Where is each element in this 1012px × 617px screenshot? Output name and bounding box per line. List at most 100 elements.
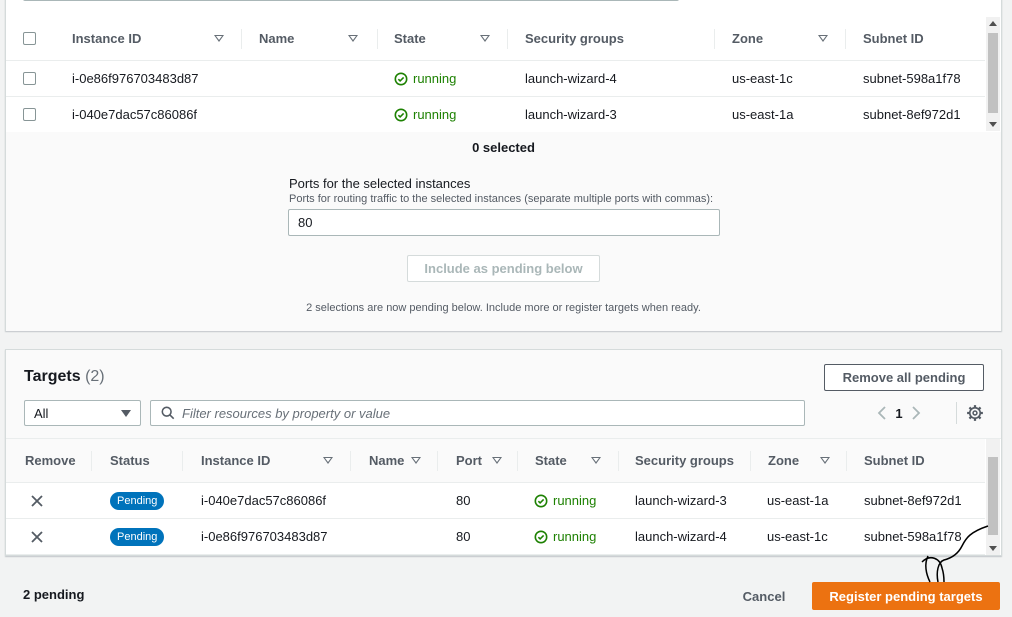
column-divider[interactable] [714,29,715,49]
sort-caret-icon[interactable] [820,456,830,464]
scroll-up-icon[interactable] [989,21,997,26]
filter-placeholder: Filter resources by property or value [182,405,391,421]
column-divider[interactable] [350,451,351,471]
pager-divider [956,402,957,424]
column-divider[interactable] [618,451,619,471]
remove-button[interactable] [30,483,44,518]
filter-select[interactable]: All [24,400,141,426]
top-search-input-edge [23,0,679,1]
sort-caret-icon[interactable] [348,34,358,42]
sort-caret-icon[interactable] [214,34,224,42]
zone: us-east-1c [732,71,793,86]
hand-drawn-arrow-annotation [921,525,989,583]
port: 80 [456,529,471,544]
search-icon [161,406,175,420]
col-instance-id[interactable]: Instance ID [72,17,141,60]
column-divider[interactable] [182,451,183,471]
close-icon[interactable] [30,530,44,544]
checkbox-icon[interactable] [23,108,36,121]
column-divider[interactable] [241,29,242,49]
filter-input[interactable]: Filter resources by property or value [150,400,805,426]
table-row[interactable]: i-0e86f976703483d87 running launch-wizar… [6,61,985,97]
cancel-button[interactable]: Cancel [732,583,796,609]
col-status[interactable]: Status [110,439,150,482]
filter-select-value: All [34,405,49,421]
state-cell: running [394,61,456,96]
remove-button[interactable] [30,519,44,554]
zone: us-east-1a [732,107,794,122]
close-icon[interactable] [30,494,44,508]
targets-table-header: Remove Status Instance ID Name Port Stat… [6,439,985,483]
col-security-groups[interactable]: Security groups [525,17,624,60]
sort-caret-icon[interactable] [492,456,502,464]
row-checkbox[interactable] [23,61,36,96]
chevron-right-icon[interactable] [906,402,926,424]
scroll-down-icon[interactable] [989,546,997,551]
instance-id: i-0e86f976703483d87 [72,71,199,86]
status-cell: Pending [110,483,165,518]
targets-title: Targets (2) [24,368,105,386]
table-row[interactable]: i-040e7dac57c86086f running launch-wizar… [6,97,985,133]
col-subnet-id[interactable]: Subnet ID [864,439,925,482]
subnet-id: subnet-8ef972d1 [863,107,961,122]
sort-caret-icon[interactable] [480,34,490,42]
col-port[interactable]: Port [456,439,482,482]
col-subnet-id[interactable]: Subnet ID [863,17,924,60]
column-divider[interactable] [507,29,508,49]
col-name[interactable]: Name [259,17,294,60]
register-pending-targets-button[interactable]: Register pending targets [812,582,1000,610]
sort-caret-icon[interactable] [591,456,601,464]
include-as-pending-button[interactable]: Include as pending below [407,255,600,282]
port: 80 [456,493,471,508]
col-state[interactable]: State [394,17,426,60]
table-scrollbar[interactable] [986,17,1000,131]
state-cell: running [394,97,456,132]
scrollbar-thumb[interactable] [988,33,998,113]
column-divider[interactable] [517,451,518,471]
column-divider[interactable] [846,451,847,471]
selection-area: 0 selected Ports for the selected instan… [6,132,1001,331]
zone: us-east-1a [767,493,829,508]
instance-id: i-0e86f976703483d87 [201,529,328,544]
row-checkbox[interactable] [23,97,36,132]
col-security-groups[interactable]: Security groups [635,439,734,482]
sort-caret-icon[interactable] [323,456,333,464]
column-divider[interactable] [845,29,846,49]
col-name[interactable]: Name [369,439,404,482]
column-divider[interactable] [91,451,92,471]
page-number[interactable]: 1 [892,406,906,421]
table-row: Pending i-0e86f976703483d87 80 running l… [6,519,985,555]
zone: us-east-1c [767,529,828,544]
sort-caret-icon[interactable] [411,456,421,464]
col-state[interactable]: State [535,439,567,482]
gear-icon[interactable] [966,404,984,422]
subnet-id: subnet-598a1f78 [863,71,961,86]
check-circle-icon [534,494,548,507]
pagination: 1 [872,402,926,424]
instance-id: i-040e7dac57c86086f [72,107,198,122]
check-circle-icon [394,72,408,85]
subnet-id: subnet-8ef972d1 [864,493,962,508]
ports-input[interactable]: 80 [288,209,720,236]
pending-note: 2 selections are now pending below. Incl… [306,302,701,314]
state-text: running [413,71,457,86]
remove-all-pending-button[interactable]: Remove all pending [824,364,984,391]
column-divider[interactable] [750,451,751,471]
select-all-checkbox[interactable] [23,17,36,60]
status-badge: Pending [110,527,165,546]
col-instance-id[interactable]: Instance ID [201,439,270,482]
state-cell: running [534,519,596,554]
scroll-down-icon[interactable] [989,122,997,127]
check-circle-icon [394,108,408,121]
chevron-left-icon[interactable] [872,402,892,424]
col-zone[interactable]: Zone [732,17,763,60]
column-divider[interactable] [437,451,438,471]
column-divider[interactable] [377,29,378,49]
targets-title-text: Targets [24,368,81,385]
ports-description: Ports for routing traffic to the selecte… [289,193,714,205]
security-group: launch-wizard-4 [635,529,727,544]
sort-caret-icon[interactable] [818,34,828,42]
checkbox-icon[interactable] [23,32,36,45]
col-zone[interactable]: Zone [768,439,799,482]
checkbox-icon[interactable] [23,72,36,85]
